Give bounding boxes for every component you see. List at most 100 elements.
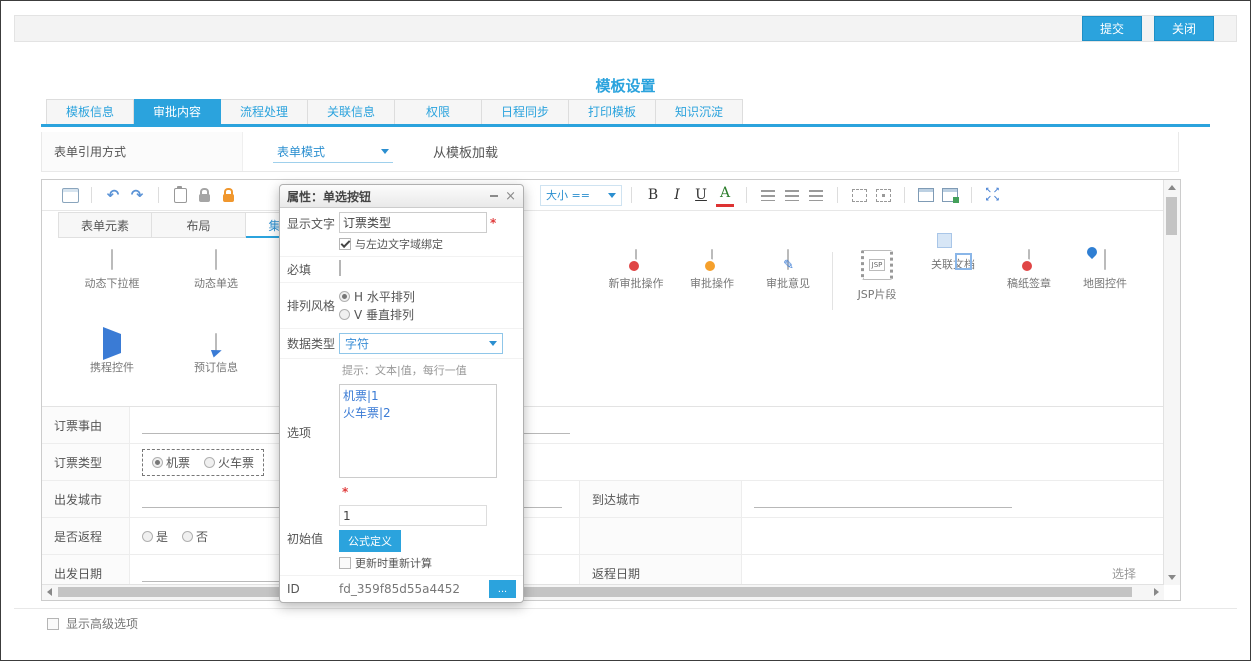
palette-item-jsp-fragment[interactable]: JSP JSP片段: [839, 250, 915, 310]
palette-item-map-control[interactable]: 地图控件: [1067, 250, 1143, 310]
horizontal-scrollbar[interactable]: [42, 584, 1164, 600]
redo-icon[interactable]: [128, 185, 146, 205]
focus-region-icon[interactable]: [874, 185, 892, 205]
close-icon[interactable]: [505, 190, 516, 203]
tab-knowledge[interactable]: 知识沉淀: [656, 99, 743, 126]
recalc-label: 更新时重新计算: [355, 555, 432, 571]
form-grid-icon[interactable]: [61, 185, 79, 205]
template-settings-page: 提交 关闭 模板设置 模板信息 审批内容 流程处理 关联信息 权限 日程同步 打…: [0, 0, 1251, 661]
advanced-options-row[interactable]: 显示高级选项: [47, 615, 138, 632]
scroll-right-arrow[interactable]: [1149, 585, 1164, 599]
table-properties-icon[interactable]: [941, 185, 959, 205]
horizontal-scroll-thumb[interactable]: [58, 587, 1132, 597]
tab-related-info[interactable]: 关联信息: [308, 99, 395, 126]
main-tabs: 模板信息 审批内容 流程处理 关联信息 权限 日程同步 打印模板 知识沉淀: [46, 99, 743, 126]
radio-yes[interactable]: 是: [142, 528, 168, 545]
control-palette: 动态下拉框 动态单选 动态多选 携程控件 预订信息: [42, 242, 1164, 404]
round-trip-radios: 是 否: [142, 528, 208, 545]
recalc-checkbox[interactable]: [339, 557, 351, 569]
palette-item-related-document[interactable]: 关联文档: [915, 250, 991, 310]
page-title: 模板设置: [1, 75, 1250, 96]
palette-item-label: 携程控件: [60, 359, 164, 375]
dialog-titlebar[interactable]: 属性：单选按钮: [280, 185, 523, 208]
tab-print-template[interactable]: 打印模板: [569, 99, 656, 126]
scroll-up-arrow[interactable]: [1164, 180, 1179, 195]
vertical-scrollbar[interactable]: [1163, 180, 1180, 585]
tab-schedule-sync[interactable]: 日程同步: [482, 99, 569, 126]
arrival-city-cell[interactable]: [742, 481, 1164, 518]
form-mode-select[interactable]: 表单模式: [273, 141, 393, 163]
paper-seal-icon: [1028, 249, 1030, 270]
bind-left-checkbox-row[interactable]: 与左边文字域绑定: [339, 236, 516, 252]
palette-item-dynamic-dropdown[interactable]: 动态下拉框: [60, 250, 164, 291]
recalc-checkbox-row[interactable]: 更新时重新计算: [339, 555, 516, 571]
arrange-horizontal-option[interactable]: H 水平排列: [339, 288, 516, 305]
load-from-template-link[interactable]: 从模板加载: [433, 142, 498, 161]
field-label-departure-city: 出发城市: [42, 481, 130, 518]
palette-item-new-approval-action[interactable]: 新审批操作: [598, 250, 674, 310]
align-left-icon[interactable]: [759, 185, 777, 205]
submit-button[interactable]: 提交: [1082, 16, 1142, 41]
date-picker-link[interactable]: 选择: [1112, 565, 1136, 582]
dialog-title: 属性：单选按钮: [287, 188, 371, 205]
italic-icon[interactable]: I: [668, 185, 686, 205]
tab-process-handling[interactable]: 流程处理: [221, 99, 308, 126]
radio-label: 否: [196, 528, 208, 545]
radio-icon: [204, 457, 215, 468]
lock-icon[interactable]: [219, 185, 237, 205]
arrange-vertical-option[interactable]: V 垂直排列: [339, 306, 516, 323]
tab-template-info[interactable]: 模板信息: [46, 99, 134, 126]
display-text-input[interactable]: [339, 212, 487, 233]
required-row: 必填: [280, 257, 523, 283]
bind-left-checkbox[interactable]: [339, 238, 351, 250]
required-checkbox[interactable]: [339, 260, 341, 276]
advanced-options-checkbox[interactable]: [47, 618, 59, 630]
toolbar-separator: [158, 187, 159, 203]
id-more-button[interactable]: ...: [489, 580, 516, 598]
formula-define-button[interactable]: 公式定义: [339, 530, 401, 552]
paste-icon[interactable]: [171, 185, 189, 205]
minimize-icon[interactable]: [490, 195, 498, 197]
subtab-layout[interactable]: 布局: [152, 212, 246, 238]
id-value: fd_359f85d55a4452: [339, 582, 483, 596]
radio-flight[interactable]: 机票: [152, 454, 190, 471]
options-textarea[interactable]: 机票|1 火车票|2: [339, 384, 497, 478]
palette-item-paper-seal[interactable]: 稿纸签章: [991, 250, 1067, 310]
undo-icon[interactable]: [104, 185, 122, 205]
selected-radio-group[interactable]: 机票 火车票: [142, 449, 264, 476]
advanced-options-label: 显示高级选项: [66, 615, 138, 632]
radio-label: 是: [156, 528, 168, 545]
close-button[interactable]: 关闭: [1154, 16, 1214, 41]
palette-item-label: 动态单选: [164, 275, 268, 291]
vertical-scroll-thumb[interactable]: [1166, 197, 1177, 235]
toolbar-separator: [746, 187, 747, 203]
tab-permissions[interactable]: 权限: [395, 99, 482, 126]
palette-item-ctrip-control[interactable]: 携程控件: [60, 334, 164, 375]
chevron-down-icon: [381, 149, 389, 154]
radio-icon: [339, 309, 350, 320]
font-size-select[interactable]: 大小 ==: [540, 185, 622, 206]
scroll-down-arrow[interactable]: [1164, 570, 1179, 585]
arrival-city-input[interactable]: [754, 491, 1012, 508]
radio-no[interactable]: 否: [182, 528, 208, 545]
initial-value-input[interactable]: [339, 505, 487, 526]
align-right-icon[interactable]: [807, 185, 825, 205]
bold-icon[interactable]: B: [644, 185, 662, 205]
palette-item-approval-action[interactable]: 审批操作: [674, 250, 750, 310]
scroll-left-arrow[interactable]: [42, 585, 57, 599]
underline-icon[interactable]: U: [692, 185, 710, 205]
subtab-form-elements[interactable]: 表单元素: [58, 212, 152, 238]
unlock-icon[interactable]: [195, 185, 213, 205]
tab-approval-content[interactable]: 审批内容: [134, 99, 221, 126]
radio-train[interactable]: 火车票: [204, 454, 254, 471]
fullscreen-icon[interactable]: [984, 185, 1002, 205]
align-center-icon[interactable]: [783, 185, 801, 205]
palette-item-dynamic-radio[interactable]: 动态单选: [164, 250, 268, 291]
font-color-icon[interactable]: A: [716, 184, 734, 207]
palette-item-approval-opinion[interactable]: 审批意见: [750, 250, 826, 310]
select-region-icon[interactable]: [850, 185, 868, 205]
datatype-select[interactable]: 字符: [339, 333, 503, 354]
id-row: ID fd_359f85d55a4452 ...: [280, 576, 523, 602]
insert-table-icon[interactable]: [917, 185, 935, 205]
palette-item-booking-info[interactable]: 预订信息: [164, 334, 268, 375]
